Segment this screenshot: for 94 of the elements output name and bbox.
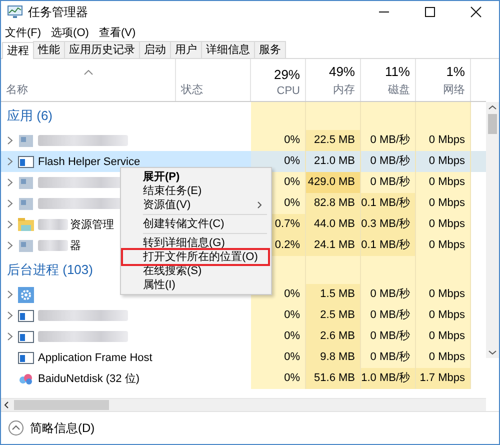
expand-chevron-icon[interactable]: [7, 157, 13, 166]
window-icon: [18, 330, 34, 344]
table-cell: 0 MB/秒: [361, 326, 416, 347]
brief-info-link[interactable]: 简略信息(D): [30, 420, 95, 436]
table-cell: 0 Mbps: [416, 214, 471, 235]
table-cell: 0 MB/秒: [361, 284, 416, 305]
app-icon: [18, 196, 34, 210]
table-cell: 21.0 MB: [306, 151, 361, 172]
table-cell: 82.8 MB: [306, 193, 361, 214]
table-cell: 1.0 MB/秒: [361, 368, 416, 389]
window-icon: [18, 308, 34, 322]
tab[interactable]: 性能: [33, 41, 65, 58]
horizontal-scrollbar[interactable]: [1, 398, 486, 411]
table-cell: 0 MB/秒: [361, 347, 416, 368]
tab[interactable]: 进程: [2, 42, 34, 59]
process-name: 器: [70, 239, 81, 253]
table-cell: 0 MB/秒: [361, 305, 416, 326]
table-cell: 2.6 MB: [306, 326, 361, 347]
window-title: 任务管理器: [28, 4, 88, 20]
table-cell: 24.1 MB: [306, 235, 361, 256]
table-cell: 0%: [251, 130, 306, 151]
folder-icon: [18, 218, 34, 232]
column-header[interactable]: 49% 内存: [306, 59, 361, 101]
table-cell: 51.6 MB: [306, 368, 361, 389]
column-header[interactable]: 29% CPU: [251, 59, 306, 101]
expand-chevron-icon[interactable]: [7, 332, 13, 341]
table-cell: 0 MB/秒: [361, 130, 416, 151]
table-cell: 0 Mbps: [416, 284, 471, 305]
table-cell: 0%: [251, 151, 306, 172]
table-cell: 0.3 MB/秒: [361, 214, 416, 235]
table-cell: 0 Mbps: [416, 172, 471, 193]
tab[interactable]: 应用历史记录: [64, 41, 140, 58]
column-header[interactable]: 1% 网络: [416, 59, 471, 101]
menu-item[interactable]: 查看(V): [98, 24, 136, 40]
table-cell: 0.1 MB/秒: [361, 193, 416, 214]
table-cell: 0 Mbps: [416, 347, 471, 368]
expand-chevron-icon[interactable]: [7, 178, 13, 187]
table-cell: [251, 102, 306, 130]
table-cell: 0 Mbps: [416, 151, 471, 172]
table-cell: 0%: [251, 368, 306, 389]
table-cell: [471, 151, 486, 172]
menu-item[interactable]: 选项(O): [51, 24, 89, 40]
table-cell: 1.7 Mbps: [416, 368, 471, 389]
table-cell: 0%: [251, 326, 306, 347]
table-cell: 0 MB/秒: [361, 151, 416, 172]
table-cell: 0 Mbps: [416, 130, 471, 151]
window-icon: [18, 154, 34, 168]
expand-chevron-icon[interactable]: [7, 311, 13, 320]
table-cell: 0 MB/秒: [361, 172, 416, 193]
app-icon: [18, 238, 34, 252]
expand-chevron-icon[interactable]: [7, 241, 13, 250]
table-cell: [416, 102, 471, 130]
table-cell: [306, 256, 361, 284]
app-icon: [18, 176, 34, 190]
table-cell: 0%: [251, 305, 306, 326]
table-cell: 1.5 MB: [306, 284, 361, 305]
group-title: 后台进程 (103): [7, 261, 93, 279]
table-cell: 0%: [251, 347, 306, 368]
expand-chevron-icon[interactable]: [7, 136, 13, 145]
table-cell: 9.8 MB: [306, 347, 361, 368]
scroll-thumb[interactable]: [14, 400, 109, 410]
scroll-thumb[interactable]: [488, 114, 497, 134]
table-cell: 429.0 MB: [306, 172, 361, 193]
group-title: 应用 (6): [7, 107, 52, 125]
table-cell: [361, 256, 416, 284]
tab[interactable]: 详细信息: [201, 41, 255, 58]
process-name: BaiduNetdisk (32 位): [38, 372, 140, 386]
menu-item[interactable]: 文件(F): [5, 24, 42, 40]
monitor-icon: [7, 5, 23, 19]
table-cell: 0 Mbps: [416, 193, 471, 214]
tab[interactable]: 启动: [139, 41, 171, 58]
column-header[interactable]: 状态: [176, 59, 251, 101]
tab[interactable]: 服务: [254, 41, 286, 58]
app-icon: [18, 134, 34, 148]
column-header[interactable]: 名称: [1, 59, 176, 101]
process-name: Flash Helper Service: [38, 156, 140, 168]
table-cell: 2.5 MB: [306, 305, 361, 326]
table-cell: [306, 102, 361, 130]
table-cell: 0 Mbps: [416, 326, 471, 347]
expand-chevron-icon[interactable]: [7, 220, 13, 229]
table-cell: 0 Mbps: [416, 305, 471, 326]
table-cell: 44.0 MB: [306, 214, 361, 235]
process-name: Application Frame Host: [38, 352, 152, 364]
vertical-scrollbar[interactable]: [486, 102, 499, 358]
table-cell: 22.5 MB: [306, 130, 361, 151]
expand-chevron-icon[interactable]: [7, 199, 13, 208]
table-cell: 0.1 MB/秒: [361, 235, 416, 256]
column-header[interactable]: 11% 磁盘: [361, 59, 416, 101]
collapse-icon[interactable]: [8, 420, 24, 436]
table-cell: 0 Mbps: [416, 235, 471, 256]
expand-chevron-icon[interactable]: [7, 290, 13, 299]
process-name: 资源管理: [70, 218, 114, 232]
tab[interactable]: 用户: [170, 41, 202, 58]
table-cell: [361, 102, 416, 130]
